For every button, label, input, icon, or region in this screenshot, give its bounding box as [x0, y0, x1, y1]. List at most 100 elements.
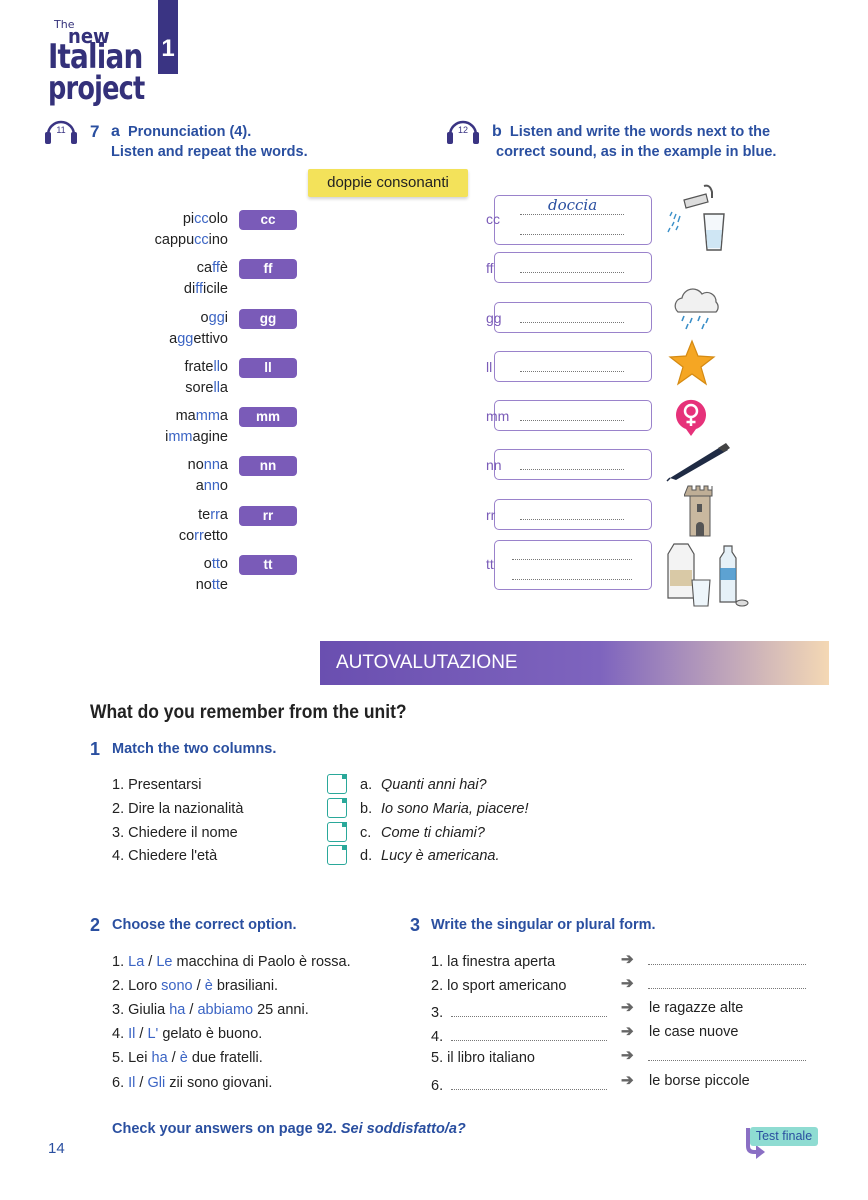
sound-pill: tt	[239, 555, 297, 575]
answer-line[interactable]	[520, 469, 624, 470]
sound-label: mm	[486, 408, 510, 424]
answer-box[interactable]	[494, 351, 652, 382]
word-part: cappu	[154, 232, 195, 248]
double-consonant: ff	[195, 281, 204, 297]
word-part: è	[219, 260, 228, 276]
option-choice[interactable]: Gli	[147, 1075, 165, 1091]
answer-line[interactable]	[648, 964, 806, 965]
headphone-icon-12[interactable]: 12	[446, 115, 480, 150]
answer-box[interactable]	[494, 499, 652, 530]
female-symbol-icon	[676, 399, 706, 436]
answer-box[interactable]	[494, 302, 652, 333]
option-choice[interactable]: ha	[169, 1002, 185, 1018]
answer-box[interactable]	[494, 252, 652, 283]
logo-project: project	[48, 69, 145, 107]
answer-line[interactable]	[520, 322, 624, 323]
sound-label: tt	[486, 556, 494, 572]
task-number-7: 7	[90, 122, 100, 141]
answer-line[interactable]	[520, 420, 624, 421]
plural-right-item: le borse piccole	[649, 1073, 750, 1089]
match-checkbox[interactable]	[327, 845, 347, 865]
sentence-part: gelato è buono.	[158, 1026, 263, 1042]
double-consonant: nn	[203, 457, 220, 473]
word-pair: piccolo cappuccino	[88, 209, 228, 251]
pen-icon	[666, 443, 730, 482]
option-choice[interactable]: L'	[147, 1026, 158, 1042]
option-choice[interactable]: La	[128, 954, 144, 970]
answer-line[interactable]	[520, 519, 624, 520]
pronunciation-word: corretto	[88, 526, 228, 547]
answer-line[interactable]	[520, 371, 624, 372]
pronunciation-word: sorella	[88, 378, 228, 399]
match-checkbox[interactable]	[327, 822, 347, 842]
word-part: frate	[184, 359, 214, 375]
answer-line[interactable]	[520, 272, 624, 273]
match-checkbox[interactable]	[327, 774, 347, 794]
match-letter: b.	[360, 801, 373, 817]
section-1-number: 1	[90, 739, 101, 759]
pronunciation-word: cappuccino	[88, 230, 228, 251]
answer-box[interactable]	[494, 449, 652, 480]
option-choice[interactable]: abbiamo	[197, 1002, 253, 1018]
arrow-icon: ➔	[621, 1023, 634, 1040]
word-part: o	[200, 310, 209, 326]
match-right-item: Lucy è americana.	[381, 848, 500, 864]
sound-label: rr	[486, 507, 496, 523]
pronunciation-word: otto	[88, 554, 228, 575]
word-part: etto	[203, 528, 228, 544]
answer-line[interactable]	[520, 234, 624, 235]
double-consonant: ff	[212, 260, 220, 276]
tower-icon	[684, 485, 713, 537]
answer-line[interactable]	[648, 988, 806, 989]
sentence-part: due fratelli.	[187, 1050, 263, 1066]
match-left-item: 4. Chiedere l'età	[112, 848, 218, 864]
headphone-icon-11[interactable]: 11	[44, 115, 78, 150]
section-3-number: 3	[410, 915, 421, 935]
word-part: icile	[203, 281, 228, 297]
sentence-part: 25 anni.	[253, 1002, 309, 1018]
unit-tab: 1	[158, 0, 178, 74]
task-7a-instruction: Listen and repeat the words.	[111, 144, 308, 160]
word-part: co	[178, 528, 195, 544]
plural-left-item: 4.	[431, 1029, 444, 1045]
answer-line[interactable]	[451, 1040, 607, 1041]
pronunciation-word: immagine	[88, 427, 228, 448]
page-number: 14	[48, 1140, 65, 1157]
answer-line[interactable]	[451, 1089, 607, 1090]
answer-line[interactable]	[648, 1060, 806, 1061]
plural-left-item: 2. lo sport americano	[431, 978, 567, 994]
double-consonant: nn	[203, 478, 220, 494]
answer-line[interactable]	[520, 214, 624, 215]
word-part: a	[195, 478, 204, 494]
word-pair: oggi aggettivo	[88, 308, 228, 350]
task-7a-letter: a	[111, 123, 120, 140]
sound-pill: nn	[239, 456, 297, 476]
match-letter: d.	[360, 848, 373, 864]
answer-box[interactable]	[494, 540, 652, 590]
option-choice[interactable]: è	[180, 1050, 188, 1066]
sentence-part: 1.	[112, 954, 129, 970]
answer-line[interactable]	[451, 1016, 607, 1017]
option-choice[interactable]: ha	[152, 1050, 168, 1066]
arrow-icon: ➔	[621, 951, 634, 968]
pronunciation-word: notte	[88, 575, 228, 596]
option-choice[interactable]: sono	[161, 978, 192, 994]
match-left-item: 3. Chiedere il nome	[112, 825, 238, 841]
answer-line[interactable]	[512, 559, 632, 560]
sentence-part: 4.	[112, 1026, 129, 1042]
option-choice[interactable]: Le	[156, 954, 172, 970]
double-consonant: mm	[195, 408, 220, 424]
choose-item: 5. Lei ha / è due fratelli.	[112, 1048, 263, 1068]
option-choice[interactable]: è	[205, 978, 213, 994]
word-part: di	[183, 281, 196, 297]
word-pair: caffè difficile	[88, 258, 228, 300]
word-part: no	[187, 457, 204, 473]
word-part: sore	[185, 380, 214, 396]
word-part: te	[198, 507, 211, 523]
test-finale-button[interactable]: Test finale	[750, 1127, 818, 1146]
pronunciation-word: mamma	[88, 406, 228, 427]
sentence-part: 2. Loro	[112, 978, 162, 994]
answer-box[interactable]	[494, 400, 652, 431]
answer-line[interactable]	[512, 579, 632, 580]
match-checkbox[interactable]	[327, 798, 347, 818]
